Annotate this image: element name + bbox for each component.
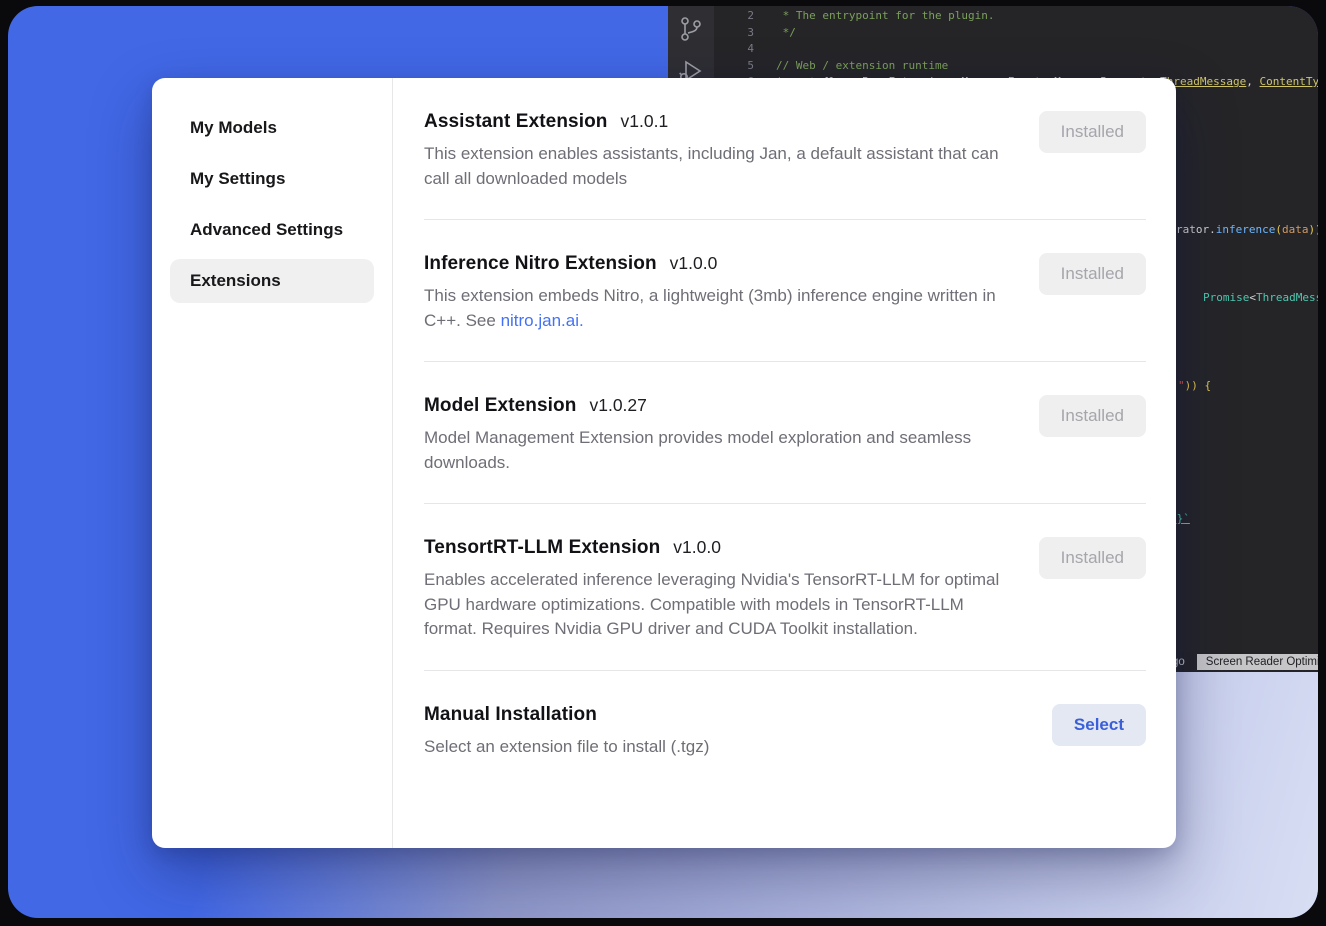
extension-row-inference-nitro: Inference Nitro Extension v1.0.0 This ex… (424, 220, 1146, 362)
extension-description: Model Management Extension provides mode… (424, 426, 1002, 475)
manual-installation-description: Select an extension file to install (.tg… (424, 735, 709, 760)
line-number: 5 (668, 58, 754, 75)
manual-installation-row: Manual Installation Select an extension … (424, 671, 1146, 788)
code-fragment-promise: Promise<ThreadMessage> (1203, 290, 1318, 306)
extension-description: This extension embeds Nitro, a lightweig… (424, 284, 1002, 333)
extension-version: v1.0.0 (670, 253, 718, 274)
installed-button[interactable]: Installed (1039, 537, 1146, 579)
select-file-button[interactable]: Select (1052, 704, 1146, 746)
installed-button[interactable]: Installed (1039, 111, 1146, 153)
extension-name: Inference Nitro Extension (424, 253, 657, 275)
code-fragment-brace: ")) { (1178, 378, 1211, 394)
settings-sidebar: My Models My Settings Advanced Settings … (152, 78, 393, 848)
manual-installation-title: Manual Installation (424, 704, 597, 726)
extension-description: Enables accelerated inference leveraging… (424, 568, 1002, 642)
sidebar-item-extensions[interactable]: Extensions (170, 259, 374, 303)
screen-reader-chip[interactable]: Screen Reader Optimized (1197, 654, 1318, 670)
extension-version: v1.0.1 (621, 111, 669, 132)
extension-row-assistant: Assistant Extension v1.0.1 This extensio… (424, 78, 1146, 220)
extension-description: This extension enables assistants, inclu… (424, 142, 1002, 191)
nitro-jan-ai-link[interactable]: nitro.jan.ai. (501, 311, 584, 330)
installed-button[interactable]: Installed (1039, 395, 1146, 437)
line-number: 2 (668, 8, 754, 25)
sidebar-item-my-settings[interactable]: My Settings (170, 157, 374, 201)
code-text: */ (776, 25, 796, 42)
extension-name: Assistant Extension (424, 111, 608, 133)
extensions-list: Assistant Extension v1.0.1 This extensio… (393, 78, 1176, 848)
line-number: 4 (668, 41, 754, 58)
code-text: * The entrypoint for the plugin. (776, 8, 995, 25)
code-text: // Web / extension runtime (776, 58, 948, 75)
extension-version: v1.0.27 (589, 395, 646, 416)
code-fragment-inference: rator.inference(data)); (1176, 222, 1318, 238)
extension-name: Model Extension (424, 395, 576, 417)
settings-modal: My Models My Settings Advanced Settings … (152, 78, 1176, 848)
line-number: 3 (668, 25, 754, 42)
app-window: 2 * The entrypoint for the plugin. 3 */ … (8, 6, 1318, 918)
sidebar-item-my-models[interactable]: My Models (170, 106, 374, 150)
extension-row-model: Model Extension v1.0.27 Model Management… (424, 362, 1146, 504)
extension-row-tensorrt-llm: TensortRT-LLM Extension v1.0.0 Enables a… (424, 504, 1146, 671)
extension-name: TensortRT-LLM Extension (424, 537, 660, 559)
extension-version: v1.0.0 (673, 537, 721, 558)
installed-button[interactable]: Installed (1039, 253, 1146, 295)
sidebar-item-advanced-settings[interactable]: Advanced Settings (170, 208, 374, 252)
